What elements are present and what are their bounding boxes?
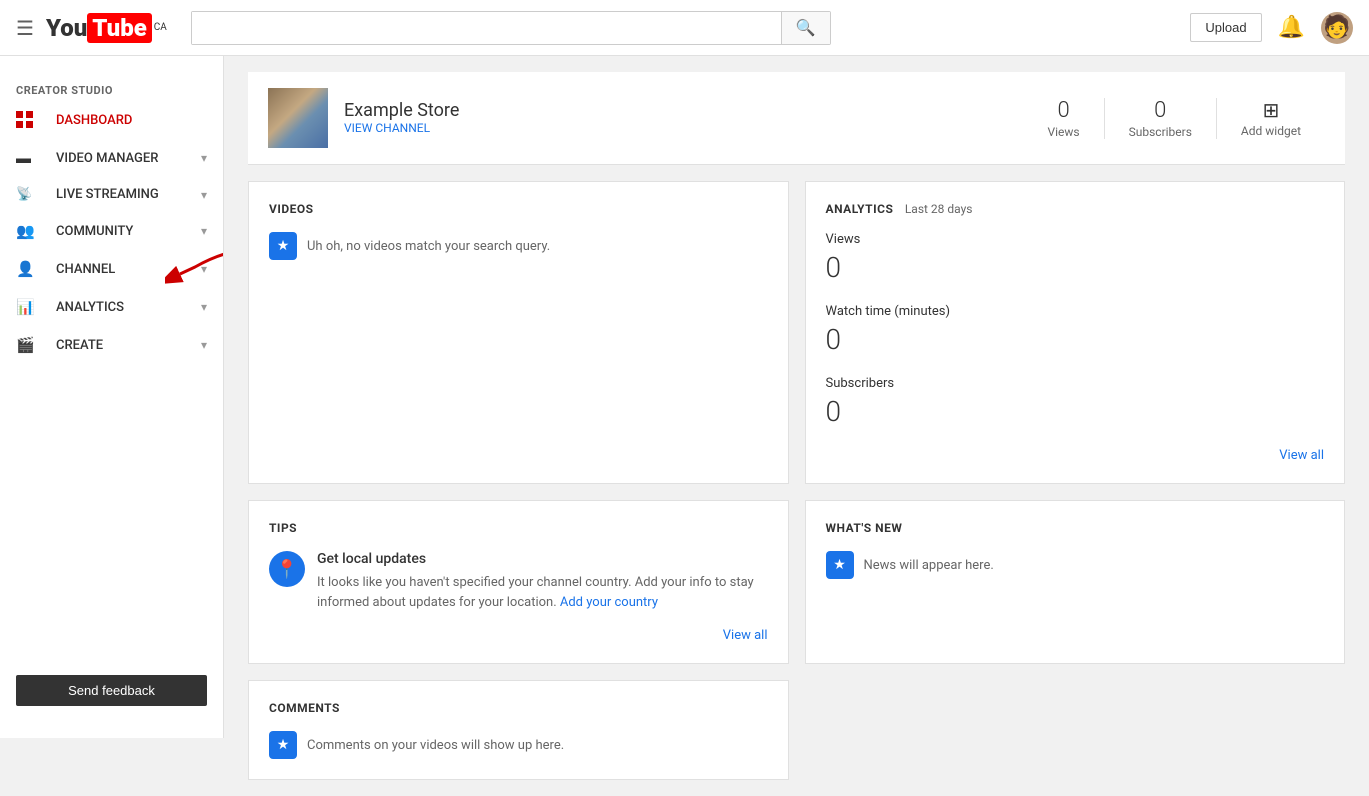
upload-button[interactable]: Upload [1190, 13, 1261, 42]
tips-item: 📍 Get local updates It looks like you ha… [269, 551, 768, 612]
nav-right: Upload 🔔 🧑 [1190, 12, 1353, 44]
sidebar-item-create[interactable]: 🎬 CREATE ▾ [0, 326, 223, 364]
comments-empty-text: Comments on your videos will show up her… [307, 738, 564, 753]
notifications-bell-icon[interactable]: 🔔 [1278, 15, 1305, 40]
analytics-watchtime-label: Watch time (minutes) [826, 304, 1325, 319]
send-feedback-button[interactable]: Send feedback [16, 675, 207, 706]
sidebar-item-video-manager-label: VIDEO MANAGER [56, 151, 158, 166]
main-content: Example Store VIEW CHANNEL 0 Views 0 Sub… [224, 56, 1369, 796]
sidebar-item-community-label: COMMUNITY [56, 224, 133, 239]
whats-new-card: WHAT'S NEW ★ News will appear here. [805, 500, 1346, 664]
chevron-down-icon: ▾ [201, 300, 207, 314]
community-icon: 👥 [16, 222, 40, 240]
analytics-subscribers-label: Subscribers [826, 376, 1325, 391]
tip-body: It looks like you haven't specified your… [317, 573, 768, 612]
videos-card-title: VIDEOS [269, 202, 768, 216]
subscribers-stat: 0 Subscribers [1105, 98, 1217, 139]
whats-new-star-icon: ★ [826, 551, 854, 579]
sidebar-item-live-streaming-label: LIVE STREAMING [56, 187, 159, 202]
chevron-down-icon: ▾ [201, 224, 207, 238]
comments-card: COMMENTS ★ Comments on your videos will … [248, 680, 789, 780]
analytics-view-all-link[interactable]: View all [826, 448, 1325, 463]
add-widget-icon: ⊞ [1241, 98, 1301, 122]
analytics-subscribers-value: 0 [826, 395, 1325, 428]
analytics-subscribers-stat: Subscribers 0 [826, 376, 1325, 428]
videos-empty-message: ★ Uh oh, no videos match your search que… [269, 232, 768, 260]
views-stat: 0 Views [1023, 98, 1104, 139]
subscribers-count: 0 [1129, 98, 1192, 123]
add-widget-button[interactable]: ⊞ Add widget [1217, 98, 1325, 138]
tips-card: TIPS 📍 Get local updates It looks like y… [248, 500, 789, 664]
sidebar-item-live-streaming[interactable]: 📡 LIVE STREAMING ▾ [0, 177, 223, 212]
analytics-icon: 📊 [16, 298, 40, 316]
add-widget-label: Add widget [1241, 124, 1301, 138]
tips-card-title: TIPS [269, 521, 768, 535]
star-icon: ★ [269, 232, 297, 260]
tip-link[interactable]: Add your country [560, 595, 658, 610]
sidebar-item-create-label: CREATE [56, 338, 103, 353]
channel-stats: 0 Views 0 Subscribers ⊞ Add widget [1023, 98, 1325, 139]
whats-new-card-title: WHAT'S NEW [826, 521, 1325, 535]
arrow-annotation [165, 242, 224, 296]
analytics-views-value: 0 [826, 251, 1325, 284]
sidebar-item-dashboard-label: DASHBOARD [56, 113, 132, 128]
dashboard-icon [16, 111, 40, 129]
subscribers-label: Subscribers [1129, 125, 1192, 139]
whats-new-item: ★ News will appear here. [826, 551, 1325, 579]
videos-empty-text: Uh oh, no videos match your search query… [307, 239, 550, 254]
live-streaming-icon: 📡 [16, 187, 40, 202]
tip-title: Get local updates [317, 551, 768, 567]
search-input[interactable] [192, 12, 781, 44]
comments-empty-message: ★ Comments on your videos will show up h… [269, 731, 768, 759]
dashboard-grid: VIDEOS ★ Uh oh, no videos match your sea… [248, 181, 1345, 780]
sidebar-item-video-manager[interactable]: ▬ VIDEO MANAGER ▾ [0, 139, 223, 177]
sidebar-item-dashboard[interactable]: DASHBOARD [0, 101, 223, 139]
chevron-down-icon: ▾ [201, 188, 207, 202]
analytics-watchtime-stat: Watch time (minutes) 0 [826, 304, 1325, 356]
sidebar-item-channel[interactable]: 👤 CHANNEL ▾ [0, 250, 223, 288]
logo-ca: CA [154, 22, 167, 33]
comments-card-title: COMMENTS [269, 701, 768, 715]
analytics-views-stat: Views 0 [826, 232, 1325, 284]
channel-info: Example Store VIEW CHANNEL [344, 100, 1023, 136]
chevron-down-icon: ▾ [201, 151, 207, 165]
sidebar-section-label: CREATOR STUDIO [0, 72, 223, 101]
hamburger-menu[interactable]: ☰ [16, 16, 34, 40]
sidebar-item-analytics[interactable]: 📊 ANALYTICS ▾ [0, 288, 223, 326]
analytics-views-label: Views [826, 232, 1325, 247]
sidebar-item-analytics-label: ANALYTICS [56, 300, 124, 315]
views-count: 0 [1047, 98, 1079, 123]
search-button[interactable]: 🔍 [781, 12, 830, 44]
sidebar-item-community[interactable]: 👥 COMMUNITY ▾ [0, 212, 223, 250]
view-channel-link[interactable]: VIEW CHANNEL [344, 121, 430, 135]
channel-icon: 👤 [16, 260, 40, 278]
tips-content: Get local updates It looks like you have… [317, 551, 768, 612]
analytics-watchtime-value: 0 [826, 323, 1325, 356]
sidebar-item-channel-label: CHANNEL [56, 262, 115, 277]
page-layout: CREATOR STUDIO DASHBOARD ▬ VIDEO MANAGER… [0, 56, 1369, 796]
channel-thumbnail [268, 88, 328, 148]
chevron-down-icon: ▾ [201, 262, 207, 276]
search-bar: 🔍 [191, 11, 831, 45]
video-manager-icon: ▬ [16, 149, 40, 167]
top-navigation: ☰ YouTubeCA 🔍 Upload 🔔 🧑 [0, 0, 1369, 56]
analytics-card: ANALYTICS Last 28 days Views 0 Watch tim… [805, 181, 1346, 484]
tips-avatar-icon: 📍 [269, 551, 305, 587]
create-icon: 🎬 [16, 336, 40, 354]
analytics-card-title: ANALYTICS Last 28 days [826, 202, 1325, 216]
chevron-down-icon: ▾ [201, 338, 207, 352]
channel-name: Example Store [344, 100, 1023, 121]
comments-star-icon: ★ [269, 731, 297, 759]
whats-new-message: News will appear here. [864, 558, 994, 573]
views-label: Views [1047, 125, 1079, 139]
videos-card: VIDEOS ★ Uh oh, no videos match your sea… [248, 181, 789, 484]
analytics-subtitle: Last 28 days [905, 202, 973, 216]
tips-view-all-link[interactable]: View all [269, 628, 768, 643]
channel-header: Example Store VIEW CHANNEL 0 Views 0 Sub… [248, 72, 1345, 165]
sidebar: CREATOR STUDIO DASHBOARD ▬ VIDEO MANAGER… [0, 56, 224, 738]
youtube-logo[interactable]: YouTubeCA [46, 13, 167, 43]
user-avatar[interactable]: 🧑 [1321, 12, 1353, 44]
